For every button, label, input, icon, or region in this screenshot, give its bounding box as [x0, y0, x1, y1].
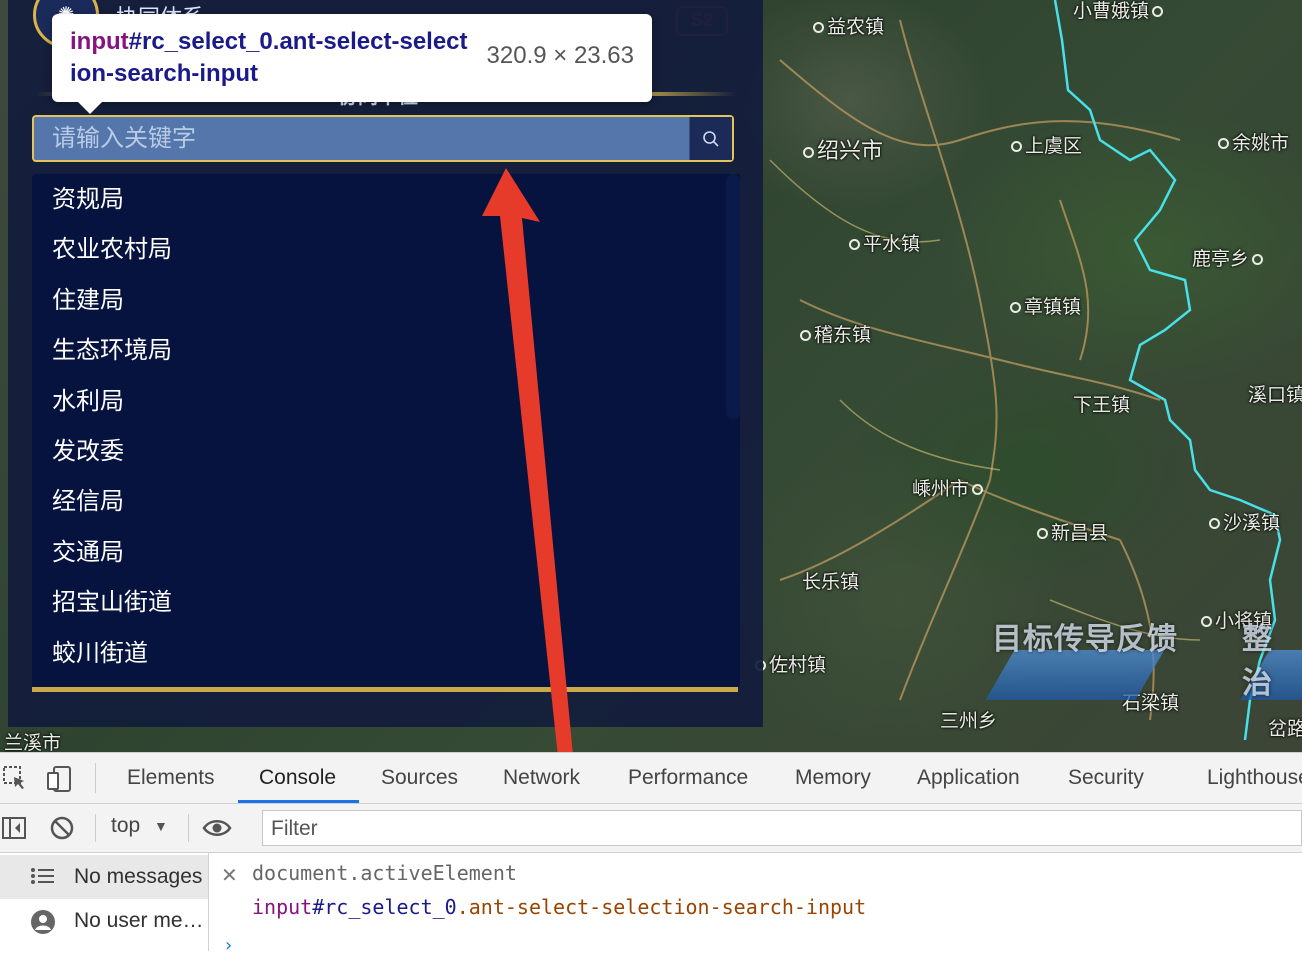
side-panel: ✺ 协同体系 协同单位 资规局 农业农村局 住建局 生态环境局 水利局 发改委 … [8, 0, 763, 727]
console-result[interactable]: input#rc_select_0.ant-select-selection-s… [252, 895, 866, 919]
eye-icon[interactable] [202, 817, 232, 839]
option-item[interactable]: 交通局 [32, 527, 738, 577]
option-item[interactable]: 经信局 [32, 476, 738, 526]
tab-security[interactable]: Security [1068, 753, 1144, 803]
inspect-element-icon[interactable] [2, 765, 28, 791]
option-item[interactable]: 农业农村局 [32, 224, 738, 274]
tabbar-separator [95, 763, 96, 793]
search-button[interactable] [689, 117, 732, 160]
console-toolbar: top ▼ [0, 804, 1302, 853]
map-label: 平水镇 [846, 229, 920, 256]
option-item[interactable]: 招宝山街道 [32, 577, 738, 627]
tab-performance[interactable]: Performance [628, 753, 748, 803]
console-sidebar: No messages No user me… [0, 853, 209, 951]
inspect-tooltip: input#rc_select_0.ant-select-selection-s… [52, 14, 652, 114]
option-item[interactable]: 发改委 [32, 426, 738, 476]
map-label: 佐村镇 [752, 650, 826, 677]
toolbar-separator [95, 814, 96, 842]
tooltip-selector: input#rc_select_0.ant-select-selection-s… [70, 28, 468, 87]
console-output: ✕ document.activeElement input#rc_select… [209, 853, 1302, 956]
map-label: 岔路镇 [1268, 719, 1302, 740]
tab-sources[interactable]: Sources [381, 753, 458, 803]
map-label: 长乐镇 [802, 572, 860, 593]
clear-console-icon[interactable] [50, 816, 74, 840]
overlay-title-rectify[interactable]: 整治 [1242, 614, 1302, 702]
tab-network[interactable]: Network [503, 753, 580, 803]
sidebar-item-messages[interactable]: No messages [0, 855, 208, 899]
tab-console[interactable]: Console [259, 753, 336, 803]
active-tab-indicator [238, 800, 359, 803]
map-label: 益农镇 [810, 12, 884, 39]
tooltip-pointer [78, 102, 102, 114]
devtools-panel: Elements Console Sources Network Perform… [0, 752, 1302, 956]
devtools-tabbar: Elements Console Sources Network Perform… [0, 753, 1302, 804]
option-item[interactable]: 生态环境局 [32, 325, 738, 375]
dropdown-scrollbar[interactable] [726, 174, 740, 419]
map-label: 沙溪镇 [1206, 508, 1280, 535]
console-command: document.activeElement [252, 861, 517, 885]
select-dropdown: 资规局 农业农村局 住建局 生态环境局 水利局 发改委 经信局 交通局 招宝山街… [32, 174, 740, 692]
map-label: 溪口镇 [1248, 385, 1302, 406]
option-item[interactable]: 资规局 [32, 174, 738, 224]
map-label: 稽东镇 [797, 320, 871, 347]
map-label: 章镇镇 [1007, 292, 1081, 319]
tooltip-dimensions: 320.9 × 23.63 [486, 42, 634, 69]
tab-memory[interactable]: Memory [795, 753, 871, 803]
list-icon [31, 868, 54, 884]
map-label: 兰溪市 [4, 733, 62, 752]
close-icon[interactable]: ✕ [221, 863, 238, 888]
option-item[interactable]: 住建局 [32, 275, 738, 325]
map-label: 小曹娥镇 [1073, 0, 1166, 23]
sidebar-item-label: No messages [74, 865, 203, 888]
context-selector[interactable]: top [111, 814, 140, 838]
option-item[interactable]: 蛟川街道 [32, 628, 738, 678]
map-label: 鹿亭乡 [1192, 244, 1266, 271]
sidebar-toggle-icon[interactable] [2, 815, 28, 841]
map-label: 三州乡 [940, 711, 998, 732]
console-prompt-icon[interactable]: › [223, 935, 234, 956]
search-input[interactable] [34, 116, 689, 161]
tab-application[interactable]: Application [917, 753, 1020, 803]
user-icon [31, 910, 55, 934]
sidebar-item-user-messages[interactable]: No user me… [0, 899, 208, 943]
toolbar-separator [188, 814, 189, 842]
map-label: 余姚市 [1215, 128, 1289, 155]
map-label: 下王镇 [1073, 395, 1131, 416]
map-label: 上虞区 [1008, 131, 1082, 158]
search-icon [703, 130, 719, 147]
tab-lighthouse[interactable]: Lighthouse [1207, 753, 1302, 803]
device-toolbar-icon[interactable] [46, 765, 74, 793]
tab-elements[interactable]: Elements [127, 753, 215, 803]
overlay-title-feedback[interactable]: 目标传导反馈 [992, 614, 1178, 658]
sidebar-item-label: No user me… [74, 909, 204, 932]
chevron-down-icon[interactable]: ▼ [154, 818, 168, 834]
map-label: 嵊州市 [912, 474, 986, 501]
map-label: 新昌县 [1034, 518, 1108, 545]
option-item[interactable]: 水利局 [32, 376, 738, 426]
map-label: 绍兴市 [800, 133, 883, 165]
filter-box[interactable] [262, 810, 1302, 847]
select-search-box[interactable] [32, 115, 734, 162]
filter-input[interactable] [263, 811, 1302, 847]
